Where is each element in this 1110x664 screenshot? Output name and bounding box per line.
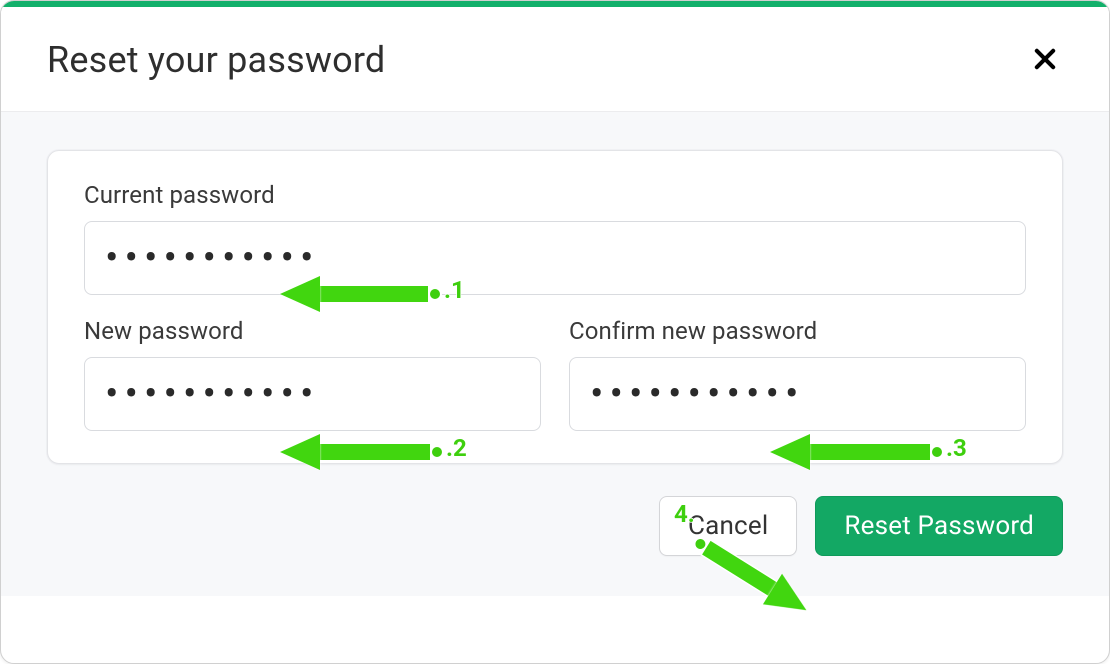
modal-title: Reset your password: [47, 39, 385, 81]
new-password-group: New password: [84, 317, 541, 431]
current-password-input[interactable]: [84, 221, 1026, 295]
modal-body: Current password New password Confirm ne…: [1, 112, 1109, 492]
password-form-card: Current password New password Confirm ne…: [47, 150, 1063, 464]
close-icon: [1031, 45, 1059, 76]
current-password-group: Current password: [84, 181, 1026, 295]
password-reset-modal: Reset your password Current password New…: [0, 0, 1110, 664]
current-password-label: Current password: [84, 181, 1026, 209]
confirm-password-group: Confirm new password: [569, 317, 1026, 431]
confirm-password-label: Confirm new password: [569, 317, 1026, 345]
confirm-password-input[interactable]: [569, 357, 1026, 431]
new-password-input[interactable]: [84, 357, 541, 431]
new-password-label: New password: [84, 317, 541, 345]
close-button[interactable]: [1027, 41, 1063, 80]
cancel-button[interactable]: Cancel: [659, 496, 797, 556]
new-passwords-row: New password Confirm new password: [84, 317, 1026, 431]
modal-footer: Cancel Reset Password: [1, 492, 1109, 596]
modal-header: Reset your password: [1, 7, 1109, 112]
reset-password-button[interactable]: Reset Password: [815, 496, 1063, 556]
